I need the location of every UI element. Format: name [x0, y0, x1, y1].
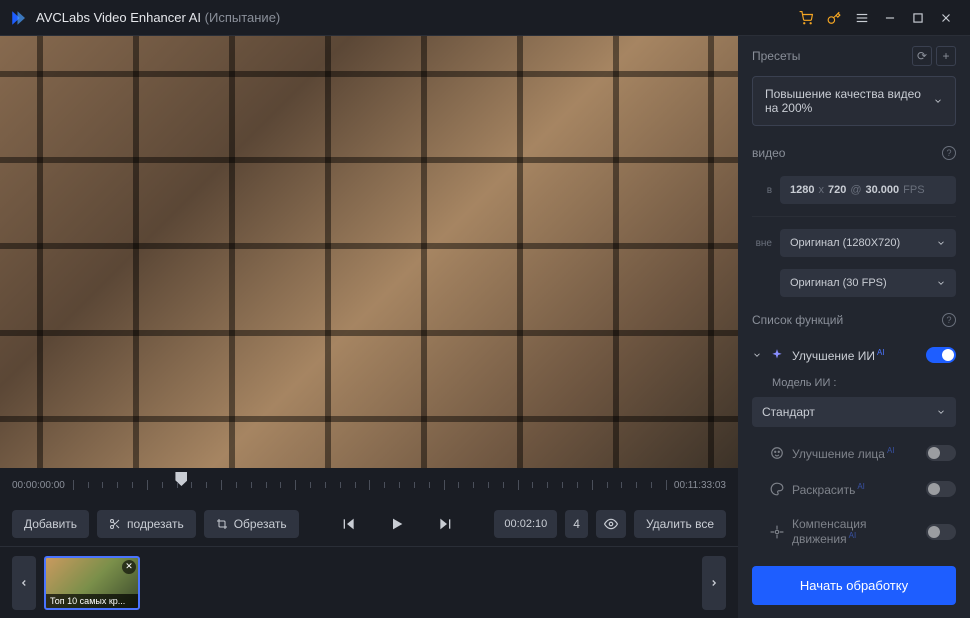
video-preview[interactable] — [0, 36, 738, 468]
chevron-down-icon — [936, 278, 946, 288]
key-icon[interactable] — [820, 4, 848, 32]
palette-icon — [770, 482, 784, 496]
video-header: видео ? — [738, 136, 970, 170]
crop-button[interactable]: Обрезать — [204, 510, 299, 538]
motion-comp-label: Компенсация движенияAI — [792, 517, 918, 546]
minimize-icon[interactable] — [876, 4, 904, 32]
timeline-track[interactable] — [73, 476, 666, 494]
speed-selector[interactable]: 4 — [565, 510, 588, 538]
app-title: AVCLabs Video Enhancer AI (Испытание) — [36, 10, 280, 25]
chevron-down-icon[interactable] — [752, 350, 762, 360]
preset-select[interactable]: Повышение качества видео на 200% — [752, 76, 956, 126]
app-logo-icon — [10, 9, 28, 27]
face-enhance-label: Улучшение лицаAI — [792, 446, 918, 461]
colorize-toggle[interactable] — [926, 481, 956, 497]
face-icon — [770, 446, 784, 460]
delete-all-button[interactable]: Удалить все — [634, 510, 726, 538]
main-area: 00:00:00:00 00:11:33:03 Добавить подреза… — [0, 36, 738, 618]
preset-refresh-icon[interactable]: ⟳ — [912, 46, 932, 66]
input-label: в — [752, 185, 772, 196]
input-resolution-display: 1280x720 @ 30.000FPS — [780, 176, 956, 204]
thumbs-prev-button[interactable] — [12, 556, 36, 610]
enhance-ai-label: Улучшение ИИAI — [792, 348, 918, 363]
menu-icon[interactable] — [848, 4, 876, 32]
preview-overlay — [0, 36, 738, 468]
motion-comp-toggle[interactable] — [926, 524, 956, 540]
thumbnails-row: ✕ Топ 10 самых кр... — [0, 546, 738, 618]
output-label: вне — [752, 238, 772, 249]
output-resolution-select[interactable]: Оригинал (1280X720) — [780, 229, 956, 257]
maximize-icon[interactable] — [904, 4, 932, 32]
titlebar: AVCLabs Video Enhancer AI (Испытание) — [0, 0, 970, 36]
enhance-ai-toggle[interactable] — [926, 347, 956, 363]
next-frame-button[interactable] — [433, 512, 457, 536]
video-thumbnail[interactable]: ✕ Топ 10 самых кр... — [44, 556, 140, 610]
colorize-row: РаскраситьAI — [738, 471, 970, 507]
presets-header: Пресеты ⟳ + — [738, 36, 970, 76]
chevron-down-icon — [936, 407, 946, 417]
output-fps-select[interactable]: Оригинал (30 FPS) — [780, 269, 956, 297]
timeline-end-time: 00:11:33:03 — [674, 480, 726, 491]
trim-button[interactable]: подрезать — [97, 510, 196, 538]
motion-icon — [770, 525, 784, 539]
cart-icon[interactable] — [792, 4, 820, 32]
help-icon[interactable]: ? — [942, 146, 956, 160]
prev-frame-button[interactable] — [337, 512, 361, 536]
face-enhance-toggle[interactable] — [926, 445, 956, 461]
motion-comp-row: Компенсация движенияAI — [738, 507, 970, 556]
model-label: Модель ИИ : — [738, 373, 970, 393]
chevron-down-icon — [936, 238, 946, 248]
model-select[interactable]: Стандарт — [752, 397, 956, 427]
sparkle-icon — [770, 348, 784, 362]
face-enhance-row: Улучшение лицаAI — [738, 435, 970, 471]
play-button[interactable] — [385, 512, 409, 536]
timeline[interactable]: 00:00:00:00 00:11:33:03 — [0, 468, 738, 502]
start-processing-button[interactable]: Начать обработку — [752, 566, 956, 605]
timeline-start-time: 00:00:00:00 — [12, 480, 65, 491]
side-panel: Пресеты ⟳ + Повышение качества видео на … — [738, 36, 970, 618]
preset-add-icon[interactable]: + — [936, 46, 956, 66]
enhance-ai-row: Улучшение ИИAI — [738, 337, 970, 373]
add-button[interactable]: Добавить — [12, 510, 89, 538]
thumbnail-close-icon[interactable]: ✕ — [122, 560, 136, 574]
close-icon[interactable] — [932, 4, 960, 32]
chevron-down-icon — [933, 96, 943, 106]
functions-header: Список функций ? — [738, 303, 970, 337]
preview-mode-button[interactable] — [596, 510, 626, 538]
thumbs-next-button[interactable] — [702, 556, 726, 610]
controls-bar: Добавить подрезать Обрезать 00:02:10 4 У… — [0, 502, 738, 546]
colorize-label: РаскраситьAI — [792, 482, 918, 497]
help-icon[interactable]: ? — [942, 313, 956, 327]
thumbnail-label: Топ 10 самых кр... — [46, 594, 138, 608]
current-time-display[interactable]: 00:02:10 — [494, 510, 557, 538]
